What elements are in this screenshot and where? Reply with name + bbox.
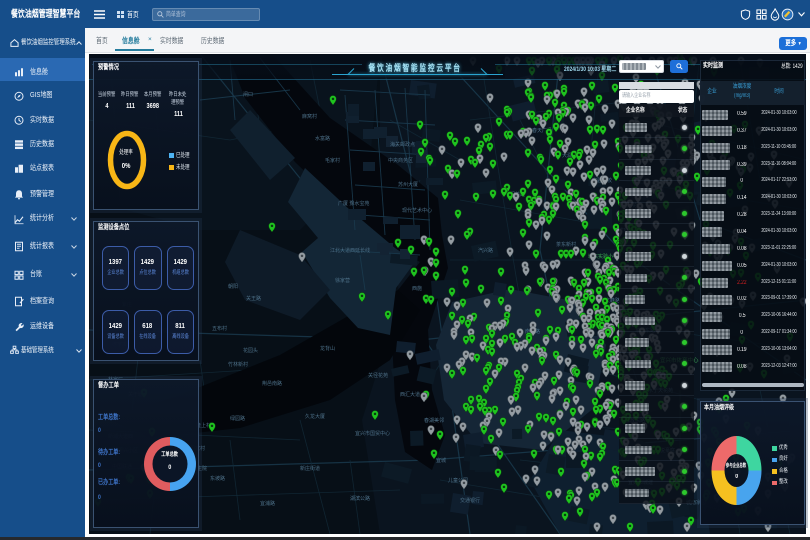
svg-text:东坡路: 东坡路: [210, 475, 225, 482]
svg-text:海关邮政点: 海关邮政点: [390, 141, 415, 148]
svg-text:广厦 豫水宝苑: 广厦 豫水宝苑: [338, 200, 369, 207]
svg-text:久龙大厦: 久龙大厦: [305, 413, 325, 420]
svg-text:宜浦路: 宜浦路: [260, 500, 275, 507]
svg-text:春湖美邻: 春湖美邻: [424, 417, 444, 424]
svg-text:龙背山: 龙背山: [320, 345, 335, 352]
svg-text:绿园路: 绿园路: [230, 415, 245, 422]
svg-text:关径花苑: 关径花苑: [368, 372, 388, 379]
svg-text:水富路: 水富路: [315, 135, 330, 142]
svg-text:湖滨公路: 湖滨公路: [350, 495, 370, 502]
svg-text:朝阳: 朝阳: [228, 283, 238, 290]
svg-text:徐家营: 徐家营: [335, 277, 350, 284]
svg-text:西汇大道: 西汇大道: [400, 391, 420, 398]
svg-text:苏州大厦: 苏州大厦: [398, 181, 418, 188]
svg-text:闸口: 闸口: [243, 91, 253, 98]
svg-text:宜城: 宜城: [436, 457, 446, 464]
svg-text:毛家村: 毛家村: [325, 157, 340, 164]
svg-text:荆邑南路: 荆邑南路: [262, 380, 282, 387]
svg-text:竹林新村: 竹林新村: [228, 361, 248, 368]
svg-text:花园头: 花园头: [243, 347, 258, 354]
svg-text:江北大道西延长线: 江北大道西延长线: [330, 247, 370, 254]
svg-text:交通银行: 交通银行: [460, 497, 480, 504]
svg-text:关王路: 关王路: [246, 295, 261, 302]
svg-text:西施: 西施: [412, 285, 422, 292]
svg-text:中央商务区: 中央商务区: [388, 157, 413, 164]
svg-text:五布村: 五布村: [212, 325, 227, 332]
svg-text:现代艺术中心: 现代艺术中心: [402, 207, 432, 214]
svg-text:茶东新村: 茶东新村: [556, 241, 576, 248]
svg-text:新庄街道: 新庄街道: [300, 465, 320, 472]
svg-text:麻窝村: 麻窝村: [302, 113, 317, 120]
svg-text:汽兴路: 汽兴路: [478, 247, 493, 254]
svg-text:宜兴市国贸中心: 宜兴市国贸中心: [355, 430, 390, 437]
